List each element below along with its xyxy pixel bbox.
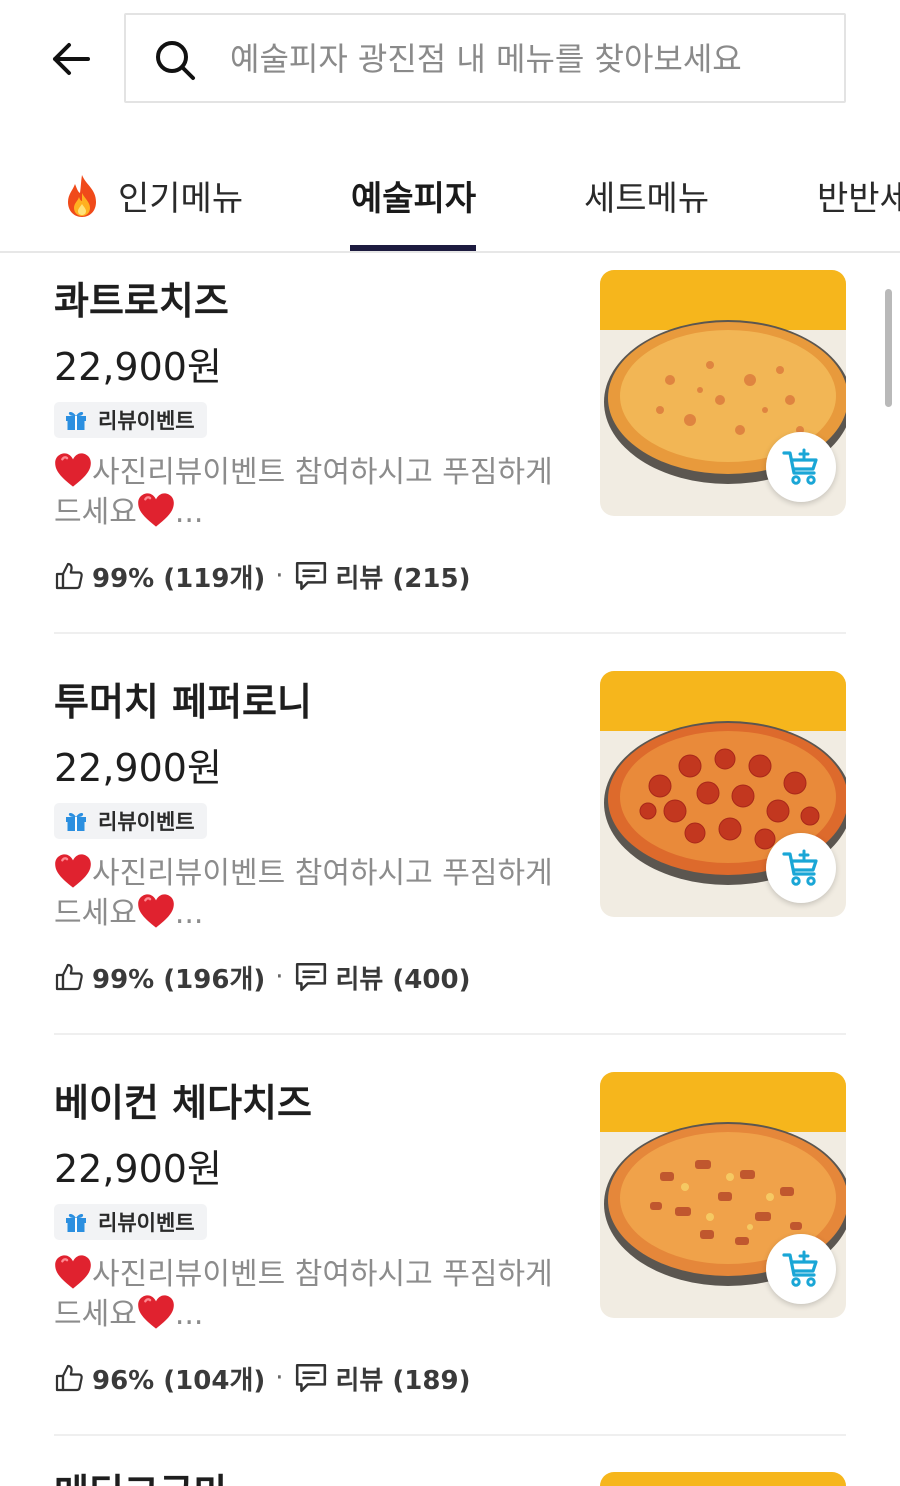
tab-popular[interactable]: 인기메뉴 <box>62 140 243 251</box>
divider <box>54 632 846 634</box>
item-name-partial[interactable]: 메딕고구마 <box>54 1462 229 1486</box>
description-ellipsis: ... <box>174 495 204 530</box>
item-price: 22,900원 <box>54 746 222 790</box>
item-price: 22,900원 <box>54 345 222 389</box>
tab-label: 반반세 <box>817 179 900 219</box>
description-line1: 사진리뷰이벤트 참여하시고 푸짐하게 <box>92 856 553 891</box>
review-event-badge: 리뷰이벤트 <box>54 803 207 839</box>
heart-icon <box>54 452 92 488</box>
tab-label: 세트메뉴 <box>584 179 710 219</box>
heart-icon <box>137 893 175 929</box>
like-stat: 99% (196개) <box>92 964 266 995</box>
search-input[interactable] <box>230 33 830 85</box>
like-stat: 99% (119개) <box>92 563 266 594</box>
like-stat: 96% (104개) <box>92 1365 266 1396</box>
comment-icon <box>294 559 328 593</box>
item-image-partial <box>600 1472 846 1486</box>
tab-label: 예술피자 <box>351 179 477 219</box>
add-to-cart-button[interactable] <box>766 833 836 903</box>
gift-icon <box>64 408 88 432</box>
comment-icon <box>294 960 328 994</box>
badge-label: 리뷰이벤트 <box>98 409 195 433</box>
arrow-left-icon <box>53 43 90 75</box>
review-event-badge: 리뷰이벤트 <box>54 402 207 438</box>
item-description: 사진리뷰이벤트 참여하시고 푸짐하게드세요... <box>54 853 564 933</box>
thumbs-up-icon <box>54 962 84 992</box>
menu-item[interactable]: 베이컨 체다치즈 22,900원 리뷰이벤트 사진리뷰이벤트 참여하시고 푸짐하… <box>0 1072 900 1473</box>
gift-icon <box>64 1210 88 1234</box>
separator-dot: · <box>275 1363 284 1393</box>
badge-label: 리뷰이벤트 <box>98 1211 195 1235</box>
item-stats: 96% (104개) · 리뷰 (189) <box>54 1358 470 1398</box>
heart-icon <box>54 853 92 889</box>
tab-art-pizza[interactable]: 예술피자 <box>351 140 476 251</box>
heart-icon <box>137 1294 175 1330</box>
description-line1: 사진리뷰이벤트 참여하시고 푸짐하게 <box>92 1257 553 1292</box>
tab-half-half[interactable]: 반반세 <box>817 140 900 251</box>
header <box>0 0 900 120</box>
fire-icon <box>68 174 96 217</box>
description-line2: 드세요 <box>54 495 137 530</box>
review-stat: 리뷰 (215) <box>335 563 471 594</box>
tab-label: 인기메뉴 <box>118 179 244 219</box>
tab-set-menu[interactable]: 세트메뉴 <box>584 140 709 251</box>
comment-icon <box>294 1361 328 1395</box>
search-box[interactable] <box>124 13 846 103</box>
description-line2: 드세요 <box>54 896 137 931</box>
add-to-cart-button[interactable] <box>766 432 836 502</box>
menu-item[interactable]: 콰트로치즈 22,900원 리뷰이벤트 사진리뷰이벤트 참여하시고 푸짐하게드세… <box>0 270 900 671</box>
item-stats: 99% (196개) · 리뷰 (400) <box>54 957 470 997</box>
item-stats: 99% (119개) · 리뷰 (215) <box>54 556 470 596</box>
back-button[interactable] <box>44 34 98 84</box>
active-tab-indicator <box>350 245 476 251</box>
search-icon <box>156 41 195 80</box>
heart-icon <box>54 1254 92 1290</box>
badge-label: 리뷰이벤트 <box>98 810 195 834</box>
description-line2: 드세요 <box>54 1297 137 1332</box>
cart-plus-icon <box>781 848 821 888</box>
cart-plus-icon <box>781 447 821 487</box>
item-price: 22,900원 <box>54 1147 222 1191</box>
cart-plus-icon <box>781 1249 821 1289</box>
description-ellipsis: ... <box>174 1297 204 1332</box>
item-name: 콰트로치즈 <box>54 279 229 323</box>
description-ellipsis: ... <box>174 896 204 931</box>
divider <box>54 1434 846 1436</box>
thumbs-up-icon <box>54 1363 84 1393</box>
menu-item[interactable]: 투머치 페퍼로니 22,900원 리뷰이벤트 사진리뷰이벤트 참여하시고 푸짐하… <box>0 671 900 1072</box>
separator-dot: · <box>275 561 284 591</box>
heart-icon <box>137 492 175 528</box>
item-name: 베이컨 체다치즈 <box>54 1081 312 1125</box>
review-stat: 리뷰 (189) <box>335 1365 471 1396</box>
divider <box>54 1033 846 1035</box>
description-line1: 사진리뷰이벤트 참여하시고 푸짐하게 <box>92 455 553 490</box>
gift-icon <box>64 809 88 833</box>
separator-dot: · <box>275 962 284 992</box>
thumbs-up-icon <box>54 561 84 591</box>
item-description: 사진리뷰이벤트 참여하시고 푸짐하게드세요... <box>54 452 564 532</box>
review-event-badge: 리뷰이벤트 <box>54 1204 207 1240</box>
item-name: 투머치 페퍼로니 <box>54 680 312 724</box>
add-to-cart-button[interactable] <box>766 1234 836 1304</box>
review-stat: 리뷰 (400) <box>335 964 471 995</box>
item-description: 사진리뷰이벤트 참여하시고 푸짐하게드세요... <box>54 1254 564 1334</box>
category-tabs: 인기메뉴 예술피자 세트메뉴 반반세 <box>0 140 900 253</box>
